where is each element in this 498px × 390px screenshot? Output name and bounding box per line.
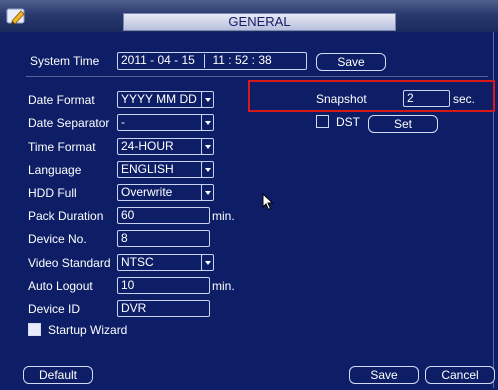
hdd-full-select[interactable]: Overwrite xyxy=(117,184,214,201)
general-settings-window: GENERAL System Time 2011 - 04 - 15 11 : … xyxy=(0,0,498,390)
device-id-input[interactable]: DVR xyxy=(117,300,210,317)
time-format-value: 24-HOUR xyxy=(121,139,174,153)
chevron-down-icon[interactable] xyxy=(201,115,213,130)
dst-label: DST xyxy=(336,115,360,129)
chevron-down-icon[interactable] xyxy=(201,92,213,107)
auto-logout-label: Auto Logout xyxy=(28,279,93,293)
pack-duration-label: Pack Duration xyxy=(28,209,104,223)
device-no-label: Device No. xyxy=(28,232,87,246)
app-icon xyxy=(6,8,25,25)
chevron-down-icon[interactable] xyxy=(201,185,213,200)
video-standard-label: Video Standard xyxy=(28,256,111,270)
chevron-down-icon[interactable] xyxy=(201,162,213,177)
startup-wizard-checkbox[interactable] xyxy=(28,323,41,336)
language-select[interactable]: ENGLISH xyxy=(117,161,214,178)
default-button[interactable]: Default xyxy=(23,366,93,384)
startup-wizard-label: Startup Wizard xyxy=(48,323,128,337)
language-value: ENGLISH xyxy=(121,162,174,176)
date-format-select[interactable]: YYYY MM DD xyxy=(117,91,214,108)
save-button[interactable]: Save xyxy=(349,366,419,384)
snapshot-highlight-box xyxy=(248,80,495,112)
system-time-save-button[interactable]: Save xyxy=(316,53,386,71)
mouse-pointer-icon xyxy=(262,193,274,211)
chevron-down-icon[interactable] xyxy=(201,255,213,270)
system-time-clock[interactable]: 11 : 52 : 38 xyxy=(213,53,272,67)
video-standard-value: NTSC xyxy=(121,255,154,269)
video-standard-select[interactable]: NTSC xyxy=(117,254,214,271)
auto-logout-input[interactable]: 10 xyxy=(117,277,210,294)
date-separator-label: Date Separator xyxy=(28,116,110,130)
dst-set-button[interactable]: Set xyxy=(368,115,438,133)
auto-logout-unit: min. xyxy=(212,279,235,293)
device-id-label: Device ID xyxy=(28,302,81,316)
time-format-select[interactable]: 24-HOUR xyxy=(117,138,214,155)
date-separator-select[interactable]: - xyxy=(117,114,214,131)
chevron-down-icon[interactable] xyxy=(201,139,213,154)
system-time-date[interactable]: 2011 - 04 - 15 xyxy=(121,53,195,67)
hdd-full-value: Overwrite xyxy=(121,185,173,199)
section-separator xyxy=(26,76,488,77)
dst-checkbox[interactable] xyxy=(316,115,329,128)
date-format-value: YYYY MM DD xyxy=(121,92,197,106)
date-format-label: Date Format xyxy=(28,93,95,107)
cancel-button[interactable]: Cancel xyxy=(425,366,495,384)
pack-duration-input[interactable]: 60 xyxy=(117,207,210,224)
language-label: Language xyxy=(28,163,82,177)
hdd-full-label: HDD Full xyxy=(28,186,77,200)
title-bar: GENERAL xyxy=(0,0,498,32)
system-time-label: System Time xyxy=(30,54,100,68)
system-time-field[interactable]: 2011 - 04 - 15 11 : 52 : 38 xyxy=(117,52,307,70)
system-time-divider xyxy=(204,53,206,68)
time-format-label: Time Format xyxy=(28,140,96,154)
window-title: GENERAL xyxy=(123,13,396,31)
date-separator-value: - xyxy=(121,115,125,129)
device-no-input[interactable]: 8 xyxy=(117,230,210,247)
pack-duration-unit: min. xyxy=(212,209,235,223)
